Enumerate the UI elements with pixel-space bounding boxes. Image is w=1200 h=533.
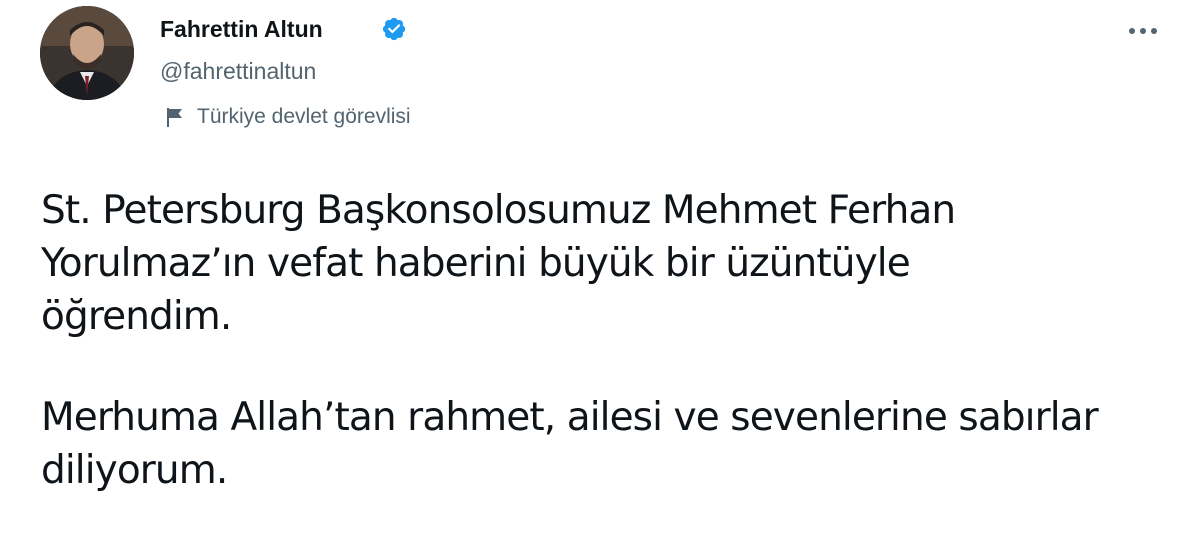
avatar[interactable] [40,6,134,100]
tweet-text: St. Petersburg Başkonsolosumuz Mehmet Fe… [41,184,1181,497]
flag-icon [167,108,182,127]
account-label-text: Türkiye devlet görevlisi [197,105,411,128]
avatar-image [40,6,134,100]
more-options-icon [1129,28,1157,34]
tweet-paragraph: St. Petersburg Başkonsolosumuz Mehmet Fe… [41,188,956,339]
author-handle[interactable]: @fahrettinaltun [160,56,316,86]
verified-badge-icon [382,17,406,41]
tweet-card: Fahrettin Altun @fahrettinaltun Türkiye … [0,0,1200,533]
tweet-paragraph: Merhuma Allah’tan rahmet, ailesi ve seve… [41,395,1099,493]
author-name[interactable]: Fahrettin Altun [160,14,323,44]
more-options-button[interactable] [1120,16,1166,46]
account-label[interactable]: Türkiye devlet görevlisi [163,102,411,132]
